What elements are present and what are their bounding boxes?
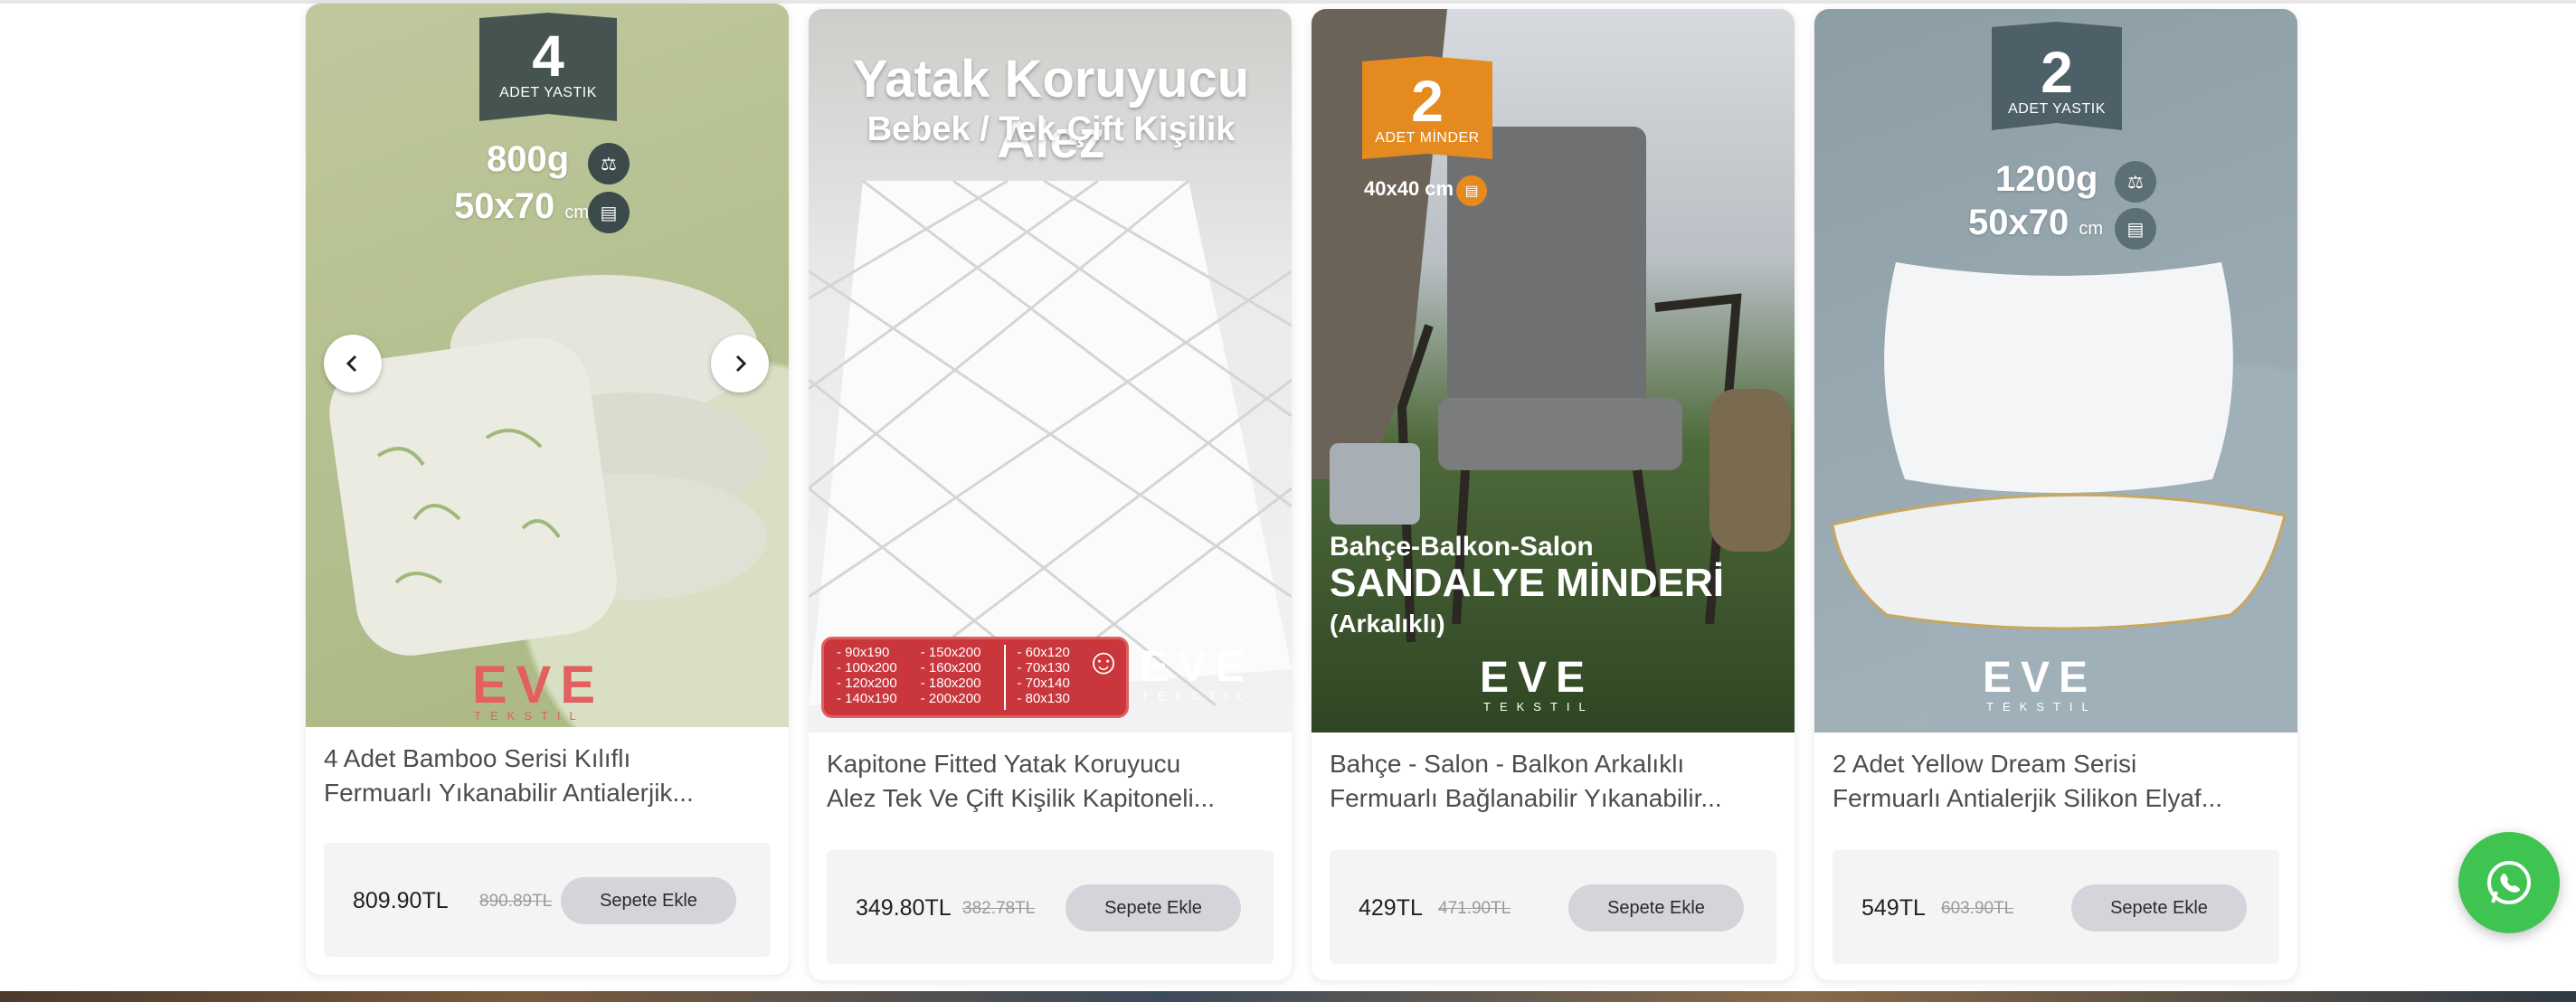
product-image-1[interactable]: 4 ADET YASTIK 800g ⚖ 50x70 cm ▤ EVE TEKS… [306, 4, 789, 727]
size-unit: cm [2079, 219, 2104, 239]
old-price: 382.78TL [962, 899, 1036, 918]
add-to-cart-button[interactable]: Sepete Ekle [1568, 884, 1744, 931]
price-box: 549TL 603.90TL Sepete Ekle [1833, 850, 2279, 964]
quantity-badge: 2 ADET MİNDER [1362, 72, 1492, 147]
weight-icon: ⚖ [2115, 161, 2156, 203]
price: 429TL [1359, 895, 1423, 921]
product-title[interactable]: 4 Adet Bamboo Serisi Kılıflı Fermuarlı Y… [324, 742, 767, 810]
brand-logo: EVE [1983, 654, 2098, 702]
size-column-3: - 60x120 - 70x130 - 70x140 - 80x130 [1004, 645, 1070, 710]
product-card-1[interactable]: 4 ADET YASTIK 800g ⚖ 50x70 cm ▤ EVE TEKS… [306, 4, 789, 975]
brand-logo-sub: TEKSTIL [1986, 700, 2098, 714]
chevron-left-icon [346, 354, 357, 373]
image-subheadline: Bebek / Tek-Çift Kişilik [867, 110, 1236, 148]
price: 549TL [1861, 895, 1926, 921]
next-slide-button[interactable] [711, 335, 769, 392]
old-price: 890.89TL [479, 892, 553, 911]
image-line-1: Bahçe-Balkon-Salon [1330, 532, 1594, 562]
product-title[interactable]: 2 Adet Yellow Dream Serisi Fermuarlı Ant… [1833, 747, 2276, 816]
add-to-cart-button[interactable]: Sepete Ekle [1065, 884, 1241, 931]
price-box: 429TL 471.90TL Sepete Ekle [1330, 850, 1776, 964]
prev-slide-button[interactable] [324, 335, 382, 392]
old-price: 471.90TL [1438, 899, 1511, 918]
badge-label: ADET YASTIK [499, 85, 597, 100]
product-image-2[interactable]: Yatak Koruyucu Alez Bebek / Tek-Çift Kiş… [809, 9, 1292, 733]
badge-label: ADET YASTIK [2008, 101, 2106, 117]
price: 349.80TL [856, 895, 952, 921]
size-column-1: - 90x190 - 100x200 - 120x200 - 140x190 [837, 645, 897, 706]
baby-icon: ☺ [1084, 642, 1122, 682]
product-card-3[interactable]: 2 ADET MİNDER 40x40 cm ▤ Bahçe-Balkon-Sa… [1312, 9, 1795, 980]
image-line-2: SANDALYE MİNDERİ [1330, 561, 1724, 605]
price-box: 349.80TL 382.78TL Sepete Ekle [827, 850, 1274, 964]
whatsapp-icon [2487, 861, 2531, 904]
quantity-badge: 4 ADET YASTIK [479, 27, 617, 101]
product-image-4[interactable]: 2 ADET YASTIK 1200g ⚖ 50x70 cm ▤ EVE TEK… [1814, 9, 2297, 733]
brand-logo: EVE [1140, 643, 1255, 691]
size-label: 50x70 cm [454, 186, 589, 227]
weight-icon: ⚖ [588, 143, 630, 184]
brand-logo-sub: TEKSTIL [1141, 689, 1253, 703]
dimension-icon: ▤ [1456, 175, 1487, 206]
product-card-4[interactable]: 2 ADET YASTIK 1200g ⚖ 50x70 cm ▤ EVE TEK… [1814, 9, 2297, 980]
bottom-banner-strip [0, 991, 2576, 1002]
add-to-cart-button[interactable]: Sepete Ekle [561, 877, 736, 924]
image-line-3: (Arkalıklı) [1330, 610, 1445, 638]
brand-logo: EVE [1480, 654, 1595, 702]
badge-number: 2 [1411, 69, 1444, 134]
pillow-illustration [329, 275, 767, 656]
badge-label: ADET MİNDER [1375, 130, 1480, 146]
size-column-2: - 150x200 - 160x200 - 180x200 - 200x200 [920, 645, 981, 706]
size-value: 50x70 [454, 186, 555, 226]
weight-label: 800g [487, 139, 570, 179]
size-label: 40x40 cm [1364, 177, 1454, 200]
brand-logo-sub: TEKSTIL [1483, 700, 1595, 714]
weight-label: 1200g [1995, 159, 2098, 199]
old-price: 603.90TL [1941, 899, 2014, 918]
dimension-icon: ▤ [588, 192, 630, 233]
brand-logo: EVE [472, 656, 605, 714]
badge-number: 4 [532, 24, 564, 89]
price-box: 809.90TL 890.89TL Sepete Ekle [324, 843, 771, 957]
product-card-2[interactable]: Yatak Koruyucu Alez Bebek / Tek-Çift Kiş… [809, 9, 1292, 980]
price: 809.90TL [353, 888, 449, 913]
badge-number: 2 [2041, 40, 2073, 105]
size-unit: cm [564, 203, 590, 222]
pillow-illustration [1831, 262, 2287, 630]
product-title[interactable]: Bahçe - Salon - Balkon Arkalıklı Fermuar… [1330, 747, 1773, 816]
whatsapp-button[interactable] [2458, 832, 2560, 933]
size-value: 50x70 [1968, 203, 2069, 242]
brand-logo-sub: TEKSTIL [474, 709, 585, 723]
quantity-badge: 2 ADET YASTIK [1992, 43, 2122, 118]
chevron-right-icon [735, 354, 747, 373]
product-image-3[interactable]: 2 ADET MİNDER 40x40 cm ▤ Bahçe-Balkon-Sa… [1312, 9, 1795, 733]
add-to-cart-button[interactable]: Sepete Ekle [2071, 884, 2247, 931]
product-title[interactable]: Kapitone Fitted Yatak Koruyucu Alez Tek … [827, 747, 1270, 816]
image-headline: Yatak Koruyucu Alez [852, 50, 1250, 169]
size-label: 50x70 cm [1968, 203, 2103, 243]
